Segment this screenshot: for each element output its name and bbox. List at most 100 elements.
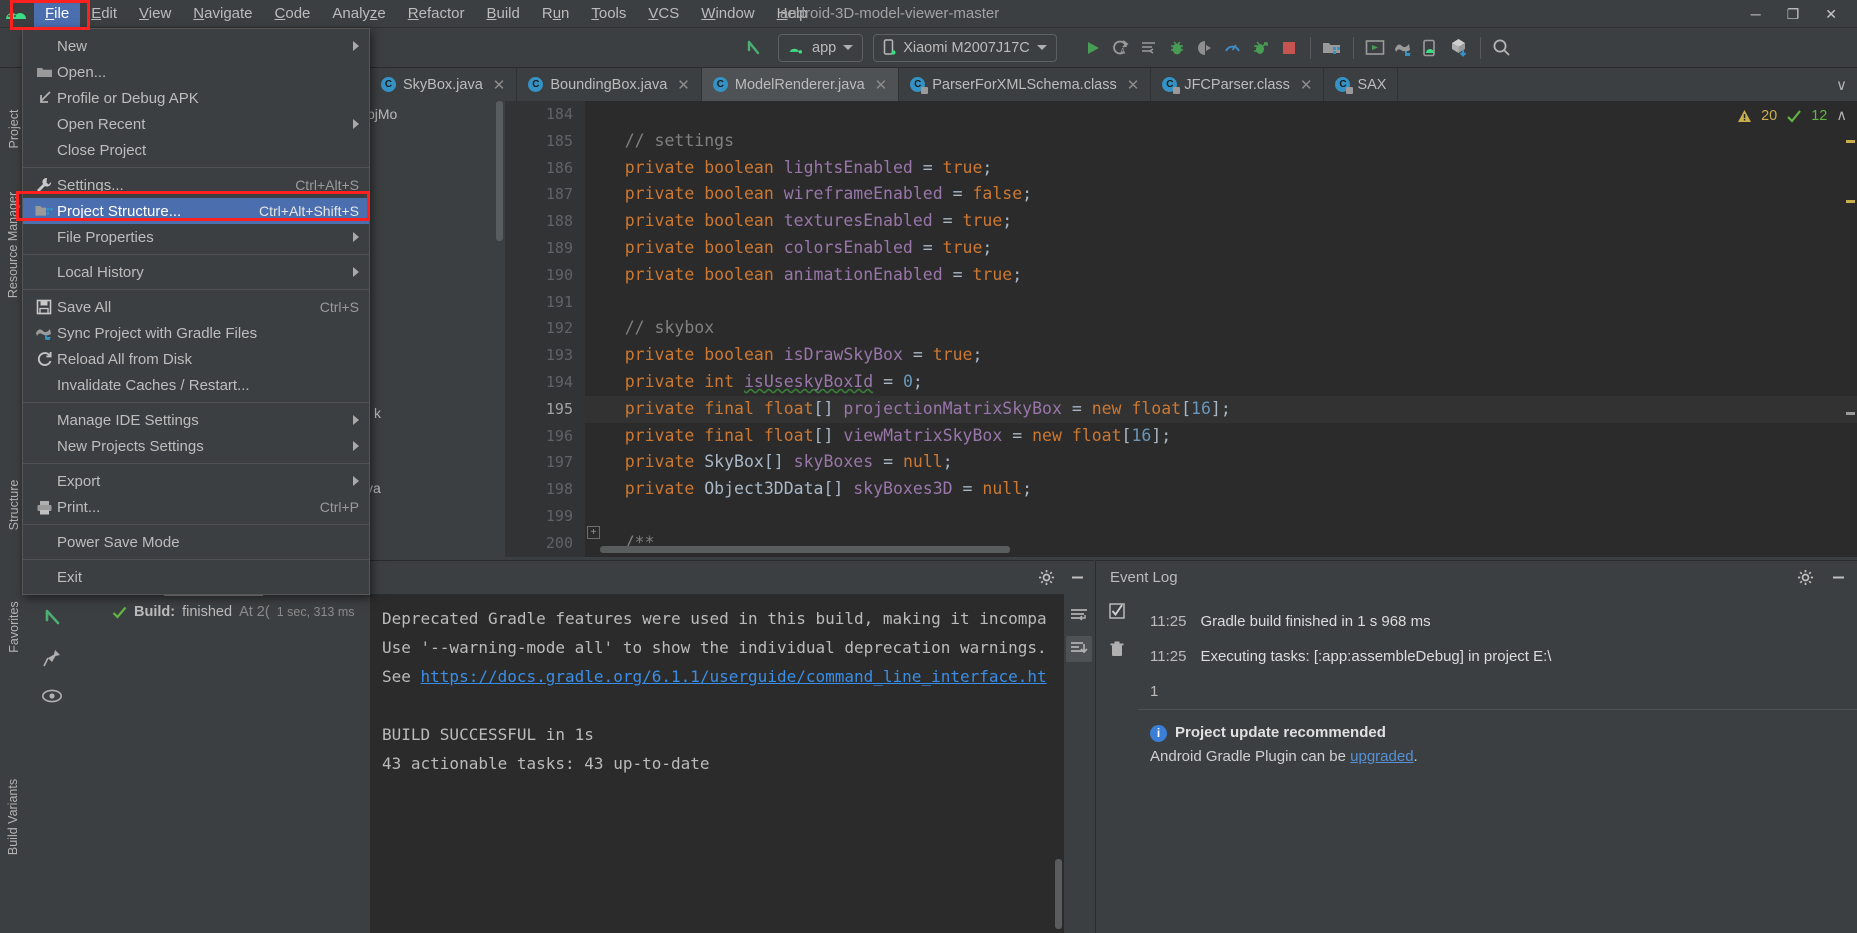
menu-item-sync-project-with-gradle-files[interactable]: Sync Project with Gradle Files — [23, 320, 369, 346]
menubar-item-build[interactable]: Build — [475, 1, 530, 27]
build-console[interactable]: Deprecated Gradle features were used in … — [370, 594, 1094, 933]
event-log-entry[interactable]: 11:25 Executing tasks: [:app:assembleDebu… — [1138, 639, 1857, 674]
pin-icon[interactable] — [42, 648, 62, 668]
run-configuration-selector[interactable]: app — [778, 33, 864, 62]
menu-item-invalidate-caches-restart[interactable]: Invalidate Caches / Restart... — [23, 372, 369, 398]
code-line[interactable] — [585, 289, 1857, 316]
settings-check-icon[interactable] — [1108, 602, 1126, 620]
menubar-item-run[interactable]: Run — [531, 1, 581, 27]
menubar-item-window[interactable]: Window — [690, 1, 765, 27]
menubar-item-analyze[interactable]: Analyze — [321, 1, 396, 27]
device-manager-icon[interactable] — [1417, 34, 1445, 62]
editor-tab[interactable]: C ModelRenderer.java ✕ — [701, 68, 900, 101]
debug-icon[interactable] — [1163, 34, 1191, 62]
sidebar-item-build-variants[interactable]: Build Variants — [6, 742, 20, 892]
menubar-item-code[interactable]: Code — [264, 1, 322, 27]
code-line[interactable] — [585, 101, 1857, 128]
chevron-down-icon[interactable] — [843, 45, 854, 50]
editor-tab[interactable]: C JFCParser.class ✕ — [1151, 68, 1325, 101]
build-tree-row[interactable]: Build: finished At 2( 1 sec, 313 ms — [80, 604, 370, 620]
code-editor[interactable]: 184 185 186 187 188 189 190 191 192 193 194 195 196 1… — [505, 101, 1857, 557]
project-structure-icon[interactable] — [1318, 34, 1346, 62]
gradle-sync-icon[interactable] — [1389, 34, 1417, 62]
build-tree[interactable]: Build: finished At 2( 1 sec, 313 ms — [80, 594, 370, 933]
editor-tab[interactable]: C BoundingBox.java ✕ — [517, 68, 702, 101]
close-icon[interactable]: ✕ — [875, 76, 888, 94]
code-line[interactable]: private boolean lightsEnabled = true; — [585, 155, 1857, 182]
menu-item-export[interactable]: Export — [23, 468, 369, 494]
code-line[interactable]: private final float[] projectionMatrixSk… — [585, 395, 1857, 423]
menu-item-local-history[interactable]: Local History — [23, 259, 369, 285]
menu-item-reload-all-from-disk[interactable]: Reload All from Disk — [23, 346, 369, 372]
chevron-up-icon[interactable]: ∧ — [1836, 108, 1847, 124]
menu-item-exit[interactable]: Exit — [23, 564, 369, 590]
scrollbar-warning-mark[interactable] — [1846, 140, 1855, 143]
menubar-item-edit[interactable]: Edit — [80, 1, 128, 27]
chevron-down-icon[interactable] — [1036, 45, 1047, 50]
menu-item-print[interactable]: Print... Ctrl+P — [23, 494, 369, 520]
menu-item-project-structure[interactable]: Project Structure... Ctrl+Alt+Shift+S — [23, 198, 369, 224]
menu-item-manage-ide-settings[interactable]: Manage IDE Settings — [23, 407, 369, 433]
trash-icon[interactable] — [1109, 640, 1125, 658]
menu-item-power-save-mode[interactable]: Power Save Mode — [23, 529, 369, 555]
code-line[interactable]: private SkyBox[] skyBoxes = null; — [585, 449, 1857, 476]
run-icon[interactable] — [1079, 34, 1107, 62]
close-icon[interactable]: ✕ — [1300, 76, 1313, 94]
code-line[interactable]: private Object3DData[] skyBoxes3D = null… — [585, 476, 1857, 503]
minimize-button[interactable]: ─ — [1751, 6, 1761, 22]
stop-icon[interactable] — [1275, 34, 1303, 62]
code-line[interactable]: private boolean texturesEnabled = true; — [585, 208, 1857, 235]
menu-item-settings[interactable]: Settings... Ctrl+Alt+S — [23, 172, 369, 198]
menu-item-new[interactable]: New — [23, 33, 369, 59]
project-scrollbar-thumb[interactable] — [496, 101, 503, 241]
gear-icon[interactable] — [1797, 569, 1814, 586]
menu-item-new-projects-settings[interactable]: New Projects Settings — [23, 433, 369, 459]
code-line[interactable]: private int isUseskyBoxId = 0; — [585, 369, 1857, 396]
close-icon[interactable]: ✕ — [677, 76, 690, 94]
scrollbar-warning-mark[interactable] — [1846, 200, 1855, 203]
code-line[interactable]: private final float[] viewMatrixSkyBox =… — [585, 423, 1857, 450]
console-scrollbar-thumb[interactable] — [1055, 859, 1062, 929]
run-build-icon[interactable] — [41, 606, 63, 628]
editor-tab[interactable]: C SkyBox.java ✕ — [370, 68, 518, 101]
run-with-coverage-icon[interactable] — [1135, 34, 1163, 62]
maximize-button[interactable]: ❐ — [1787, 6, 1800, 23]
minimize-icon[interactable] — [1830, 569, 1847, 586]
sidebar-item-favorites[interactable]: Favorites — [7, 583, 21, 671]
code-line[interactable]: private boolean wireframeEnabled = false… — [585, 181, 1857, 208]
scrollbar-caret-mark[interactable] — [1846, 412, 1855, 415]
menu-item-open-recent[interactable]: Open Recent — [23, 111, 369, 137]
menu-item-close-project[interactable]: Close Project — [23, 137, 369, 163]
avd-manager-icon[interactable] — [1361, 34, 1389, 62]
device-selector[interactable]: Xiaomi M2007J17C — [873, 33, 1057, 62]
close-icon[interactable]: ✕ — [1127, 76, 1140, 94]
code-line[interactable]: private boolean animationEnabled = true; — [585, 262, 1857, 289]
code-line[interactable]: private boolean colorsEnabled = true; — [585, 235, 1857, 262]
editor-code-area[interactable]: // settings private boolean lightsEnable… — [585, 101, 1857, 557]
search-icon[interactable] — [1488, 34, 1516, 62]
code-line[interactable]: // settings — [585, 128, 1857, 155]
menu-item-profile-or-debug-apk[interactable]: Profile or Debug APK — [23, 85, 369, 111]
inspection-status-widget[interactable]: 20 12 ∧ — [1737, 108, 1847, 124]
menu-item-open[interactable]: Open... — [23, 59, 369, 85]
eye-icon[interactable] — [41, 688, 63, 704]
editor-tabs-overflow-button[interactable]: ∨ — [1826, 68, 1857, 101]
console-link[interactable]: https://docs.gradle.org/6.1.1/userguide/… — [421, 667, 1047, 686]
menubar-item-refactor[interactable]: Refactor — [397, 1, 476, 27]
menubar-item-vcs[interactable]: VCS — [637, 1, 690, 27]
code-line[interactable]: private boolean isDrawSkyBox = true; — [585, 342, 1857, 369]
close-icon[interactable]: ✕ — [493, 76, 506, 94]
event-log-notification[interactable]: i Project update recommended Android Grad… — [1138, 709, 1857, 775]
code-fold-marker[interactable]: + — [587, 526, 600, 539]
profiler-icon[interactable] — [1219, 34, 1247, 62]
menubar-item-navigate[interactable]: Navigate — [182, 1, 263, 27]
debug-apk-icon[interactable] — [1247, 34, 1275, 62]
scroll-to-end-icon[interactable] — [1066, 636, 1092, 662]
minimize-icon[interactable] — [1069, 569, 1086, 586]
sidebar-item-structure[interactable]: Structure — [7, 461, 21, 549]
gear-icon[interactable] — [1038, 569, 1055, 586]
event-log-list[interactable]: 11:25 Gradle build finished in 1 s 968 ms… — [1138, 594, 1857, 933]
menubar-item-file[interactable]: File — [34, 0, 81, 27]
navigate-back-icon[interactable] — [740, 34, 768, 62]
menubar-item-tools[interactable]: Tools — [580, 1, 637, 27]
